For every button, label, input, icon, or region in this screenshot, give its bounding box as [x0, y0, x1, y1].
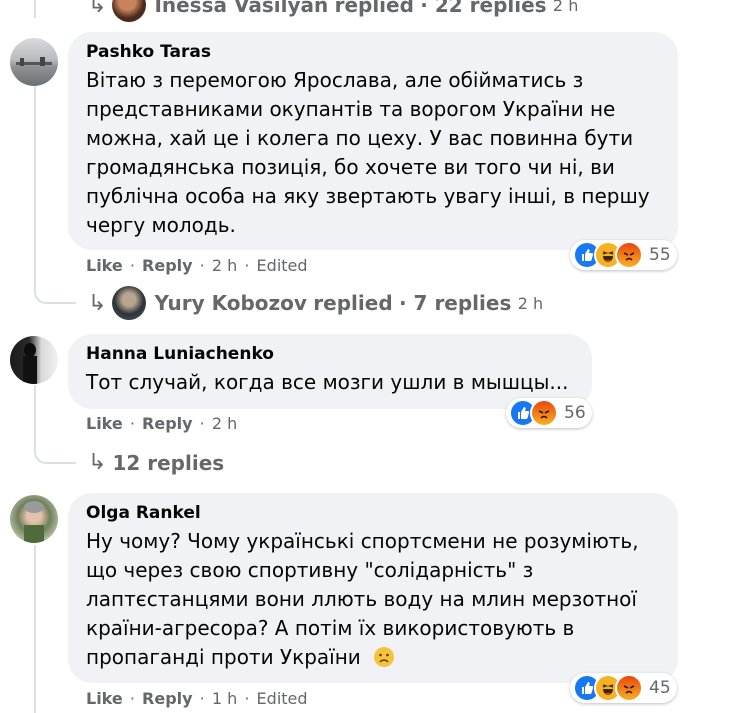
- separator: ·: [129, 414, 135, 433]
- reply-button[interactable]: Reply: [142, 414, 193, 433]
- comment-line: лаптєстанцями вони ллють воду на млин ме…: [86, 587, 637, 611]
- separator: ·: [129, 256, 135, 275]
- reply-preview[interactable]: ↳ Inessa Vasilyan replied · 22 replies 2…: [88, 0, 578, 22]
- comment-text: Вітаю з перемогою Ярослава, але обіймати…: [86, 66, 660, 240]
- comment-line: Ну чому? Чому українські спортсмени не р…: [86, 529, 639, 553]
- replies-count: 12 replies: [112, 450, 225, 475]
- comment-line: країни-агресора? А потім їх використовую…: [86, 616, 575, 640]
- comment-line: представниками окупантів та ворогом Укра…: [86, 97, 616, 121]
- reply-author: Yury Kobozov: [154, 291, 307, 315]
- replied-label: replied: [313, 291, 393, 315]
- reaction-count: 56: [564, 403, 586, 423]
- edited-label: Edited: [256, 256, 308, 275]
- comment-text: Тот случай, когда все мозги ушли в мышцы…: [86, 368, 574, 397]
- edited-label: Edited: [256, 689, 308, 708]
- comment-bubble: Olga Rankel Ну чому? Чому українські спо…: [68, 493, 678, 683]
- separator: ·: [244, 256, 250, 275]
- reply-arrow-icon: ↳: [88, 290, 107, 316]
- comment-bubble: Hanna Luniachenko Тот случай, когда все …: [68, 334, 592, 409]
- comment-line: пропаганді проти України: [86, 643, 660, 672]
- reply-arrow-icon: ↳: [88, 450, 107, 475]
- like-button[interactable]: Like: [86, 256, 123, 275]
- reply-button[interactable]: Reply: [142, 689, 193, 708]
- thread-line: [34, 0, 36, 18]
- comment-line: можна, хай це і колега по цеху. У вас по…: [86, 126, 634, 150]
- separator: ·: [199, 414, 205, 433]
- reactions-summary[interactable]: 56: [506, 398, 592, 428]
- comment-line: Тот случай, когда все мозги ушли в мышцы…: [86, 370, 569, 394]
- reactions-summary[interactable]: 45: [570, 673, 677, 703]
- like-button[interactable]: Like: [86, 689, 123, 708]
- comment-text: Ну чому? Чому українські спортсмени не р…: [86, 527, 660, 672]
- reaction-count: 45: [649, 678, 671, 698]
- separator: ·: [199, 256, 205, 275]
- thread-line: [34, 86, 36, 281]
- comment-line: Вітаю з перемогою Ярослава, але обіймати…: [86, 68, 584, 92]
- comment-time[interactable]: 2 h: [212, 414, 237, 433]
- view-replies-link[interactable]: ↳ 12 replies: [88, 450, 224, 475]
- reply-button[interactable]: Reply: [142, 256, 193, 275]
- comment-actions: Like · Reply · 2 h · Edited: [86, 256, 308, 275]
- avatar-photo: [16, 57, 52, 66]
- avatar: [112, 0, 147, 22]
- reply-arrow-icon: ↳: [88, 0, 107, 18]
- avatar-photo: [24, 501, 44, 543]
- comment-line: публічна особа на яку звертають увагу ін…: [86, 184, 650, 208]
- comment-line: чергу молодь.: [86, 213, 236, 237]
- replies-count: · 7 replies: [399, 291, 512, 315]
- comment-line-text: пропаганді проти України: [86, 645, 361, 669]
- reaction-count: 55: [649, 245, 671, 265]
- comment-actions: Like · Reply · 1 h · Edited: [86, 689, 308, 708]
- thread-curve: [34, 270, 76, 304]
- replied-label: replied: [334, 0, 414, 17]
- comment-author[interactable]: Olga Rankel: [86, 503, 660, 523]
- reactions-summary[interactable]: 55: [570, 240, 677, 270]
- replies-count: · 22 replies: [420, 0, 547, 17]
- avatar[interactable]: [10, 336, 58, 384]
- reply-author: Inessa Vasilyan: [154, 0, 329, 17]
- thread-curve: [34, 430, 76, 464]
- angry-reaction-icon: [615, 674, 643, 702]
- like-button[interactable]: Like: [86, 414, 123, 433]
- separator: ·: [199, 689, 205, 708]
- angry-reaction-icon: [615, 241, 643, 269]
- comment-time[interactable]: 2 h: [212, 256, 237, 275]
- comment-author[interactable]: Hanna Luniachenko: [86, 344, 574, 364]
- comment-time[interactable]: 1 h: [212, 689, 237, 708]
- comment-line: громадянська позиція, бо хочете ви того …: [86, 155, 615, 179]
- separator: ·: [244, 689, 250, 708]
- avatar-photo: [23, 343, 37, 384]
- comment-bubble: Pashko Taras Вітаю з перемогою Ярослава,…: [68, 32, 678, 250]
- thread-line: [34, 545, 36, 713]
- reply-preview[interactable]: ↳ Yury Kobozov replied · 7 replies 2 h: [88, 286, 543, 320]
- angry-reaction-icon: [530, 399, 558, 427]
- reply-time: 2 h: [517, 293, 544, 313]
- avatar[interactable]: [10, 495, 58, 543]
- separator: ·: [129, 689, 135, 708]
- frowning-face-emoji-icon: [374, 647, 395, 667]
- avatar: [112, 286, 147, 320]
- comment-author[interactable]: Pashko Taras: [86, 42, 660, 62]
- reply-time: 2 h: [552, 0, 579, 15]
- avatar[interactable]: [10, 38, 58, 86]
- comment-actions: Like · Reply · 2 h: [86, 414, 237, 433]
- comment-line: що через свою спортивну "солідарність" з: [86, 558, 534, 582]
